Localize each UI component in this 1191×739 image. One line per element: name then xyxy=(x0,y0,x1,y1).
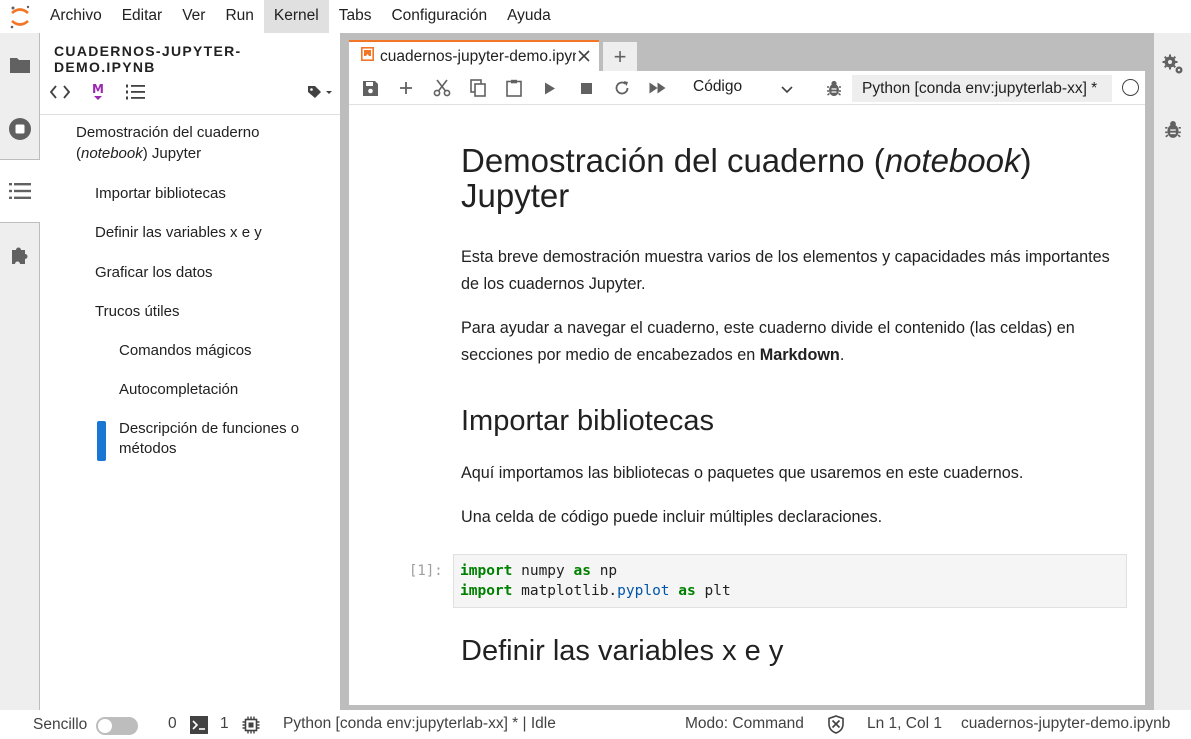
new-tab-button[interactable]: + xyxy=(603,42,637,71)
notebook-panel[interactable]: Demostración del cuaderno (notebook) Jupy… xyxy=(349,105,1145,705)
menu-ayuda[interactable]: Ayuda xyxy=(497,0,561,33)
terminal-count[interactable]: 0 xyxy=(168,715,177,733)
toc-item-trucos[interactable]: Trucos útiles xyxy=(95,301,179,322)
chevron-down-icon xyxy=(781,79,793,101)
section-heading-definir: Definir las variables x e y xyxy=(461,635,784,667)
navigation-paragraph: Para ayudar a navegar el cuaderno, este … xyxy=(461,319,1075,364)
toc-active-marker xyxy=(97,421,106,461)
table-of-contents-icon[interactable] xyxy=(0,159,40,223)
menu-archivo[interactable]: Archivo xyxy=(40,0,112,33)
folder-icon[interactable] xyxy=(0,33,39,97)
extension-puzzle-icon[interactable] xyxy=(0,223,39,287)
menu-tabs[interactable]: Tabs xyxy=(329,0,382,33)
kernel-count[interactable]: 1 xyxy=(220,715,229,733)
status-filename: cuadernos-jupyter-demo.ipynb xyxy=(961,715,1171,732)
kernel-name-button[interactable]: Python [conda env:jupyterlab-xx] * xyxy=(852,75,1112,102)
cell-prompt: [1]: xyxy=(409,563,443,579)
toggle-knob xyxy=(98,719,112,733)
tag-filter-icon[interactable] xyxy=(306,79,336,105)
code-line-2: import matplotlib.pyplot as plt xyxy=(460,583,731,599)
cell-type-label: Código xyxy=(693,78,743,95)
menu-bar: Archivo Editar Ver Run Kernel Tabs Confi… xyxy=(0,0,1191,33)
fast-forward-icon[interactable] xyxy=(647,77,669,99)
copy-icon[interactable] xyxy=(467,77,489,99)
kernel-status-idle-icon xyxy=(1122,79,1139,96)
toc-item-definir[interactable]: Definir las variables x e y xyxy=(95,222,262,243)
intro-paragraph: Esta breve demostración muestra varios d… xyxy=(461,248,1110,293)
stop-icon[interactable] xyxy=(575,77,597,99)
terminal-icon[interactable] xyxy=(190,716,208,739)
jupyter-logo-icon xyxy=(0,0,40,33)
menu-kernel[interactable]: Kernel xyxy=(263,0,329,33)
numbered-list-icon[interactable] xyxy=(122,79,148,105)
menu-editar[interactable]: Editar xyxy=(112,0,173,33)
notebook-toolbar: Código Python [conda env:jupyterlab-xx] … xyxy=(349,71,1145,105)
document-tab-bar: cuadernos-jupyter-demo.ipynb + xyxy=(349,40,637,71)
save-icon[interactable] xyxy=(359,77,381,99)
section1-paragraph-2: Una celda de código puede incluir múltip… xyxy=(461,508,883,526)
simple-mode-label: Sencillo xyxy=(33,716,88,733)
kernel-chip-icon[interactable] xyxy=(242,716,260,739)
section1-paragraph-1: Aquí importamos las bibliotecas o paquet… xyxy=(461,464,1024,482)
code-brackets-icon[interactable] xyxy=(47,79,73,105)
menu-configuracion[interactable]: Configuración xyxy=(381,0,497,33)
property-inspector-gears-icon[interactable] xyxy=(1160,51,1186,77)
notebook-icon xyxy=(361,47,374,66)
right-activity-bar xyxy=(1153,33,1191,710)
cut-icon[interactable] xyxy=(431,77,453,99)
simple-mode-toggle[interactable] xyxy=(96,717,138,735)
tab-label: cuadernos-jupyter-demo.ipynb xyxy=(380,47,576,65)
section-heading-importar: Importar bibliotecas xyxy=(461,405,715,437)
close-icon[interactable] xyxy=(577,49,591,63)
toc-item-importar[interactable]: Importar bibliotecas xyxy=(95,183,226,204)
cursor-position[interactable]: Ln 1, Col 1 xyxy=(867,715,942,733)
cell-type-select[interactable]: Código xyxy=(693,76,793,100)
debugger-bug-icon[interactable] xyxy=(823,77,845,99)
toc-item-descripcion[interactable]: Descripción de funciones o métodos xyxy=(119,419,329,459)
tab-notebook[interactable]: cuadernos-jupyter-demo.ipynb xyxy=(349,40,599,71)
run-icon[interactable] xyxy=(539,77,561,99)
running-stop-icon[interactable] xyxy=(0,97,39,161)
trusted-shield-icon[interactable] xyxy=(827,715,845,739)
left-activity-bar xyxy=(0,33,40,710)
code-line-1: import numpy as np xyxy=(460,563,618,579)
main-dock-area: cuadernos-jupyter-demo.ipynb + Código Py… xyxy=(341,33,1153,710)
svg-text:M: M xyxy=(92,82,104,96)
notebook-mode: Modo: Command xyxy=(685,715,804,732)
paste-icon[interactable] xyxy=(503,77,525,99)
toc-toolbar: M xyxy=(40,71,340,115)
kernel-status-text[interactable]: Python [conda env:jupyterlab-xx] * | Idl… xyxy=(283,715,556,733)
toc-item-graficar[interactable]: Graficar los datos xyxy=(95,262,213,283)
menu-run[interactable]: Run xyxy=(215,0,263,33)
status-bar: Sencillo 0 1 Python [conda env:jupyterla… xyxy=(0,710,1191,739)
restart-icon[interactable] xyxy=(611,77,633,99)
notebook-title: Demostración del cuaderno (notebook) Jupy… xyxy=(461,142,1032,214)
toc-item-autocompletacion[interactable]: Autocompletación xyxy=(119,379,238,400)
add-cell-icon[interactable] xyxy=(395,77,417,99)
toc-item-title[interactable]: Demostración del cuaderno (notebook) Jupy… xyxy=(76,122,316,164)
menu-ver[interactable]: Ver xyxy=(172,0,215,33)
markdown-icon[interactable]: M xyxy=(85,79,111,105)
toc-item-comandos[interactable]: Comandos mágicos xyxy=(119,340,252,361)
code-cell-editor[interactable]: import numpy as np import matplotlib.pyp… xyxy=(453,554,1127,608)
debugger-bug-icon[interactable] xyxy=(1160,116,1186,142)
table-of-contents-panel: CUADERNOS-JUPYTER-DEMO.IPYNB M Demostrac… xyxy=(40,33,341,710)
